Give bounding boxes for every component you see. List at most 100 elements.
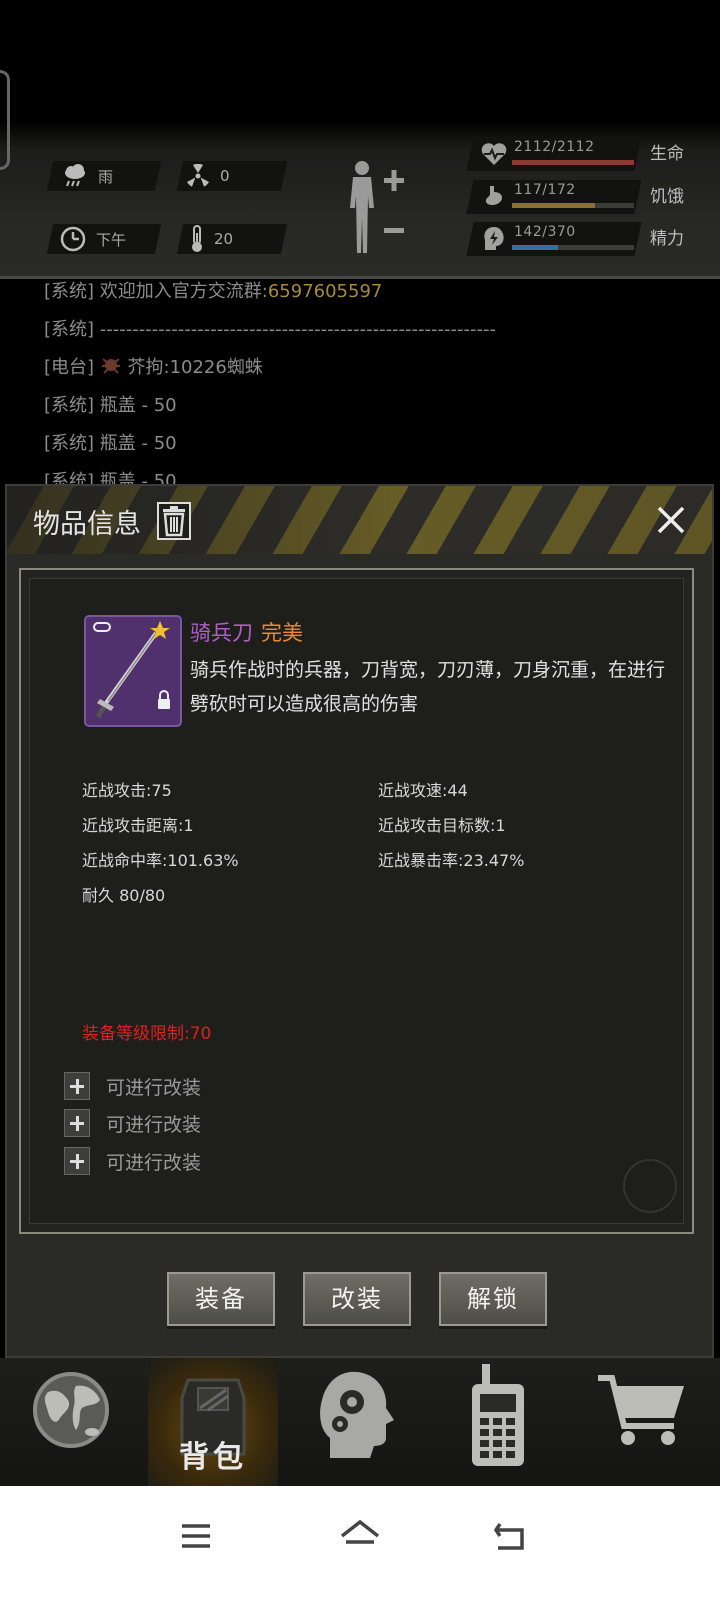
temperature-value: 20 — [214, 230, 234, 248]
body-status-icon[interactable] — [342, 158, 412, 258]
rain-cloud-icon — [65, 164, 85, 187]
energy-label: 精力 — [650, 229, 684, 249]
stat-fill — [512, 245, 559, 250]
chat-text: 欢迎加入官方交流群 — [99, 281, 262, 302]
stat-fill — [512, 203, 595, 208]
chat-text: 瓶盖 - 50 — [99, 395, 177, 416]
unlock-button[interactable]: 解锁 — [439, 1272, 547, 1326]
status-hud: 雨 0 下午 20 2112/2112 生命 117/172 饥饿 142/37… — [0, 0, 720, 280]
chat-prefix: [系统] — [44, 281, 95, 302]
attr-melee-range: 近战攻击距离:1 — [82, 816, 194, 835]
time-of-day-text: 下午 — [96, 230, 127, 249]
heart-icon — [481, 143, 507, 165]
discard-button[interactable] — [157, 502, 191, 540]
health-bar — [512, 160, 634, 165]
chat-prefix: [系统] — [44, 433, 95, 454]
attr-melee-attack: 近战攻击:75 — [82, 781, 172, 800]
spider-avatar-icon — [101, 358, 120, 374]
mod-slot-label: 可进行改装 — [106, 1113, 202, 1136]
energy-value: 142/370 — [514, 224, 576, 240]
level-requirement: 装备等级限制:70 — [82, 1024, 212, 1044]
stomach-icon — [485, 186, 502, 205]
chat-line: [系统] 瓶盖 - 50 — [44, 391, 177, 417]
attr-durability: 耐久 80/80 — [82, 886, 166, 905]
item-info-dialog: 物品信息 骑兵刀 完美 骑兵作战时的兵器，刀背宽，刀刃薄，刀身沉重，在进行劈砍时… — [5, 484, 714, 1358]
time-indicator: 下午 — [60, 224, 126, 254]
radiation-value: 0 — [220, 167, 230, 185]
globe-icon — [33, 1372, 109, 1448]
hunger-stat: 117/172 饥饿 — [466, 180, 700, 216]
dialog-title: 物品信息 — [33, 509, 141, 540]
item-details-frame: 骑兵刀 完美 骑兵作战时的兵器，刀背宽，刀刃薄，刀身沉重，在进行劈砍时可以造成很高… — [19, 568, 694, 1234]
dialog-header: 物品信息 — [7, 486, 712, 554]
attr-melee-hit-rate: 近战命中率:101.63% — [82, 851, 239, 870]
attr-melee-targets: 近战攻击目标数:1 — [378, 816, 506, 835]
radio-icon — [472, 1364, 524, 1466]
item-details-panel[interactable]: 骑兵刀 完美 骑兵作战时的兵器，刀背宽，刀刃薄，刀身沉重，在进行劈砍时可以造成很高… — [29, 578, 684, 1224]
item-title: 骑兵刀 完美 — [190, 617, 303, 647]
chat-line: [电台] 芥拘:10226蜘蛛 — [44, 353, 263, 379]
bottom-nav: 背包 — [0, 1358, 720, 1486]
chat-prefix: [电台] — [44, 357, 95, 378]
item-description: 骑兵作战时的兵器，刀背宽，刀刃薄，刀身沉重，在进行劈砍时可以造成很高的伤害 — [190, 659, 666, 715]
chat-extra: :6597605597 — [261, 281, 383, 302]
weather-text: 雨 — [98, 167, 114, 186]
health-stat: 2112/2112 生命 — [466, 137, 700, 173]
nav-backpack[interactable]: 背包 — [148, 1358, 278, 1486]
system-nav-bar — [0, 1486, 720, 1600]
plus-icon — [64, 1109, 90, 1137]
nav-radio[interactable] — [432, 1358, 562, 1486]
energy-stat: 142/370 精力 — [466, 222, 700, 258]
home-icon[interactable] — [330, 1506, 390, 1566]
chat-log[interactable]: [系统] 欢迎加入官方交流群:6597605597 [系统] ---------… — [0, 279, 720, 484]
hunger-value: 117/172 — [514, 182, 576, 198]
mod-slot[interactable]: 可进行改装 — [64, 1071, 201, 1101]
stat-fill — [512, 160, 634, 165]
clock-icon — [60, 226, 86, 252]
cart-icon — [598, 1375, 684, 1445]
nav-shop[interactable] — [580, 1358, 710, 1486]
nav-backpack-label: 背包 — [179, 1440, 247, 1475]
chat-text: 瓶盖 - 50 — [99, 471, 177, 484]
side-drawer-handle[interactable] — [0, 70, 10, 170]
temperature-indicator: 20 — [190, 224, 233, 254]
equip-button[interactable]: 装备 — [167, 1272, 275, 1326]
plus-icon — [64, 1072, 90, 1100]
cavalry-saber-icon — [93, 621, 170, 719]
nav-world[interactable] — [6, 1358, 136, 1486]
chat-prefix: [系统] — [44, 471, 95, 484]
mod-slot[interactable]: 可进行改装 — [64, 1146, 201, 1176]
hunger-bar — [512, 203, 634, 208]
item-name: 骑兵刀 — [190, 621, 253, 645]
mod-slot[interactable]: 可进行改装 — [64, 1108, 201, 1138]
energy-icon — [484, 227, 504, 250]
nav-skills[interactable] — [290, 1358, 420, 1486]
attr-melee-speed: 近战攻速:44 — [378, 781, 468, 800]
energy-bar — [512, 245, 634, 250]
chat-prefix: [系统] — [44, 319, 95, 340]
item-quality: 完美 — [261, 621, 303, 645]
chat-text: 芥拘:10226蜘蛛 — [127, 357, 263, 378]
mod-slot-label: 可进行改装 — [106, 1076, 202, 1099]
modify-button[interactable]: 改装 — [303, 1272, 411, 1326]
hunger-label: 饥饿 — [650, 187, 684, 207]
chat-line: [系统] 瓶盖 - 50 — [44, 429, 177, 455]
back-icon[interactable] — [480, 1506, 540, 1566]
trash-icon — [163, 506, 185, 537]
mod-slot-label: 可进行改装 — [106, 1151, 202, 1174]
close-icon[interactable] — [653, 502, 689, 538]
chat-text: ----------------------------------------… — [99, 319, 496, 340]
radiation-indicator: 0 — [186, 161, 230, 191]
menu-icon[interactable] — [166, 1506, 226, 1566]
radiation-icon — [187, 164, 209, 187]
radiation-watermark-icon — [623, 1159, 677, 1213]
health-label: 生命 — [650, 144, 684, 164]
thermometer-icon — [192, 225, 202, 252]
item-slot[interactable] — [84, 615, 182, 727]
chat-line: [系统] -----------------------------------… — [44, 315, 496, 341]
health-value: 2112/2112 — [514, 139, 595, 155]
weather-indicator: 雨 — [62, 161, 113, 191]
chat-prefix: [系统] — [44, 395, 95, 416]
chat-line: [系统] 瓶盖 - 50 — [44, 467, 177, 484]
head-gear-icon — [320, 1371, 394, 1458]
